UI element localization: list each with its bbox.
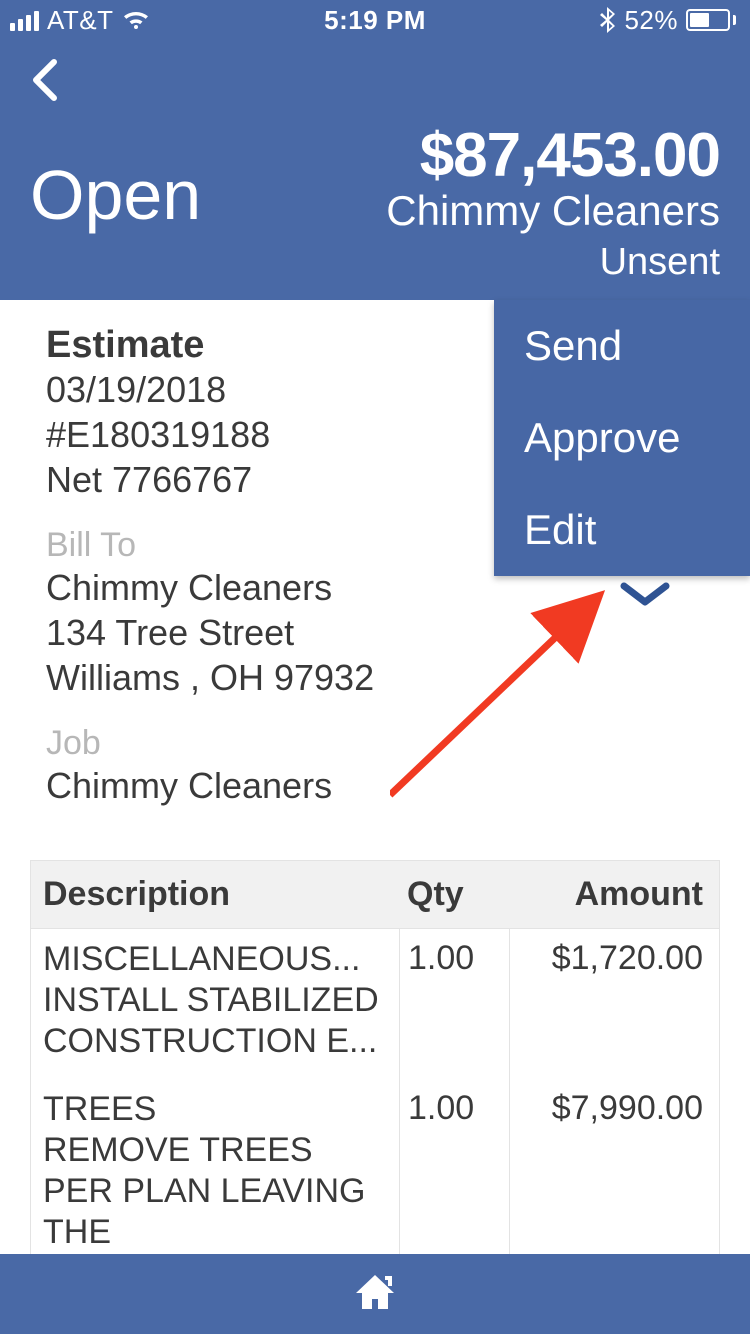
customer-name: Chimmy Cleaners <box>386 187 720 235</box>
battery-icon <box>686 9 736 31</box>
bill-to-city: Williams , OH 97932 <box>46 655 720 700</box>
bluetooth-icon <box>600 7 616 33</box>
page-body: Send Approve Edit Estimate 03/19/2018 #E… <box>0 300 750 808</box>
approve-button[interactable]: Approve <box>494 392 750 484</box>
battery-pct: 52% <box>624 5 678 36</box>
job-name: Chimmy Cleaners <box>46 763 720 808</box>
line-item-title: MISCELLANEOUS... <box>43 939 387 980</box>
carrier-label: AT&T <box>47 5 114 36</box>
page-header: Open $87,453.00 Chimmy Cleaners Unsent <box>0 40 750 300</box>
app-screen: AT&T 5:19 PM 52% Open $87,453.00 Chi <box>0 0 750 1334</box>
line-item-sub: INSTALL STABILIZED CONSTRUCTION E... <box>43 980 387 1062</box>
table-row[interactable]: TREES REMOVE TREES PER PLAN LEAVING THE … <box>30 1079 720 1270</box>
col-header-description: Description <box>31 861 399 928</box>
line-item-amount: $7,990.00 <box>509 1079 719 1270</box>
home-button[interactable] <box>352 1269 398 1320</box>
estimate-total: $87,453.00 <box>386 120 720 191</box>
table-header-row: Description Qty Amount <box>30 860 720 929</box>
expand-actions-button[interactable] <box>620 580 670 613</box>
status-left: AT&T <box>10 5 150 36</box>
line-items-table: Description Qty Amount MISCELLANEOUS... … <box>30 860 720 1271</box>
line-item-amount: $1,720.00 <box>509 929 719 1079</box>
line-item-qty: 1.00 <box>399 1079 509 1270</box>
col-header-amount: Amount <box>509 861 719 928</box>
col-header-qty: Qty <box>399 861 509 928</box>
line-item-qty: 1.00 <box>399 929 509 1079</box>
table-row[interactable]: MISCELLANEOUS... INSTALL STABILIZED CONS… <box>30 929 720 1079</box>
line-item-sub: REMOVE TREES PER PLAN LEAVING THE <box>43 1130 387 1252</box>
job-label: Job <box>46 724 720 763</box>
chevron-down-icon <box>620 580 670 608</box>
home-icon <box>352 1269 398 1315</box>
back-button[interactable] <box>22 58 66 102</box>
status-bar: AT&T 5:19 PM 52% <box>0 0 750 40</box>
action-panel: Send Approve Edit <box>494 300 750 576</box>
status-right: 52% <box>600 5 736 36</box>
line-item-title: TREES <box>43 1089 387 1130</box>
edit-button[interactable]: Edit <box>494 484 750 576</box>
estimate-status-label: Open <box>30 155 201 235</box>
sent-status: Unsent <box>30 241 720 284</box>
chevron-left-icon <box>30 58 58 102</box>
send-button[interactable]: Send <box>494 300 750 392</box>
status-time: 5:19 PM <box>324 5 426 36</box>
bottom-nav <box>0 1254 750 1334</box>
bill-to-street: 134 Tree Street <box>46 610 720 655</box>
signal-icon <box>10 9 39 31</box>
wifi-icon <box>122 9 150 31</box>
